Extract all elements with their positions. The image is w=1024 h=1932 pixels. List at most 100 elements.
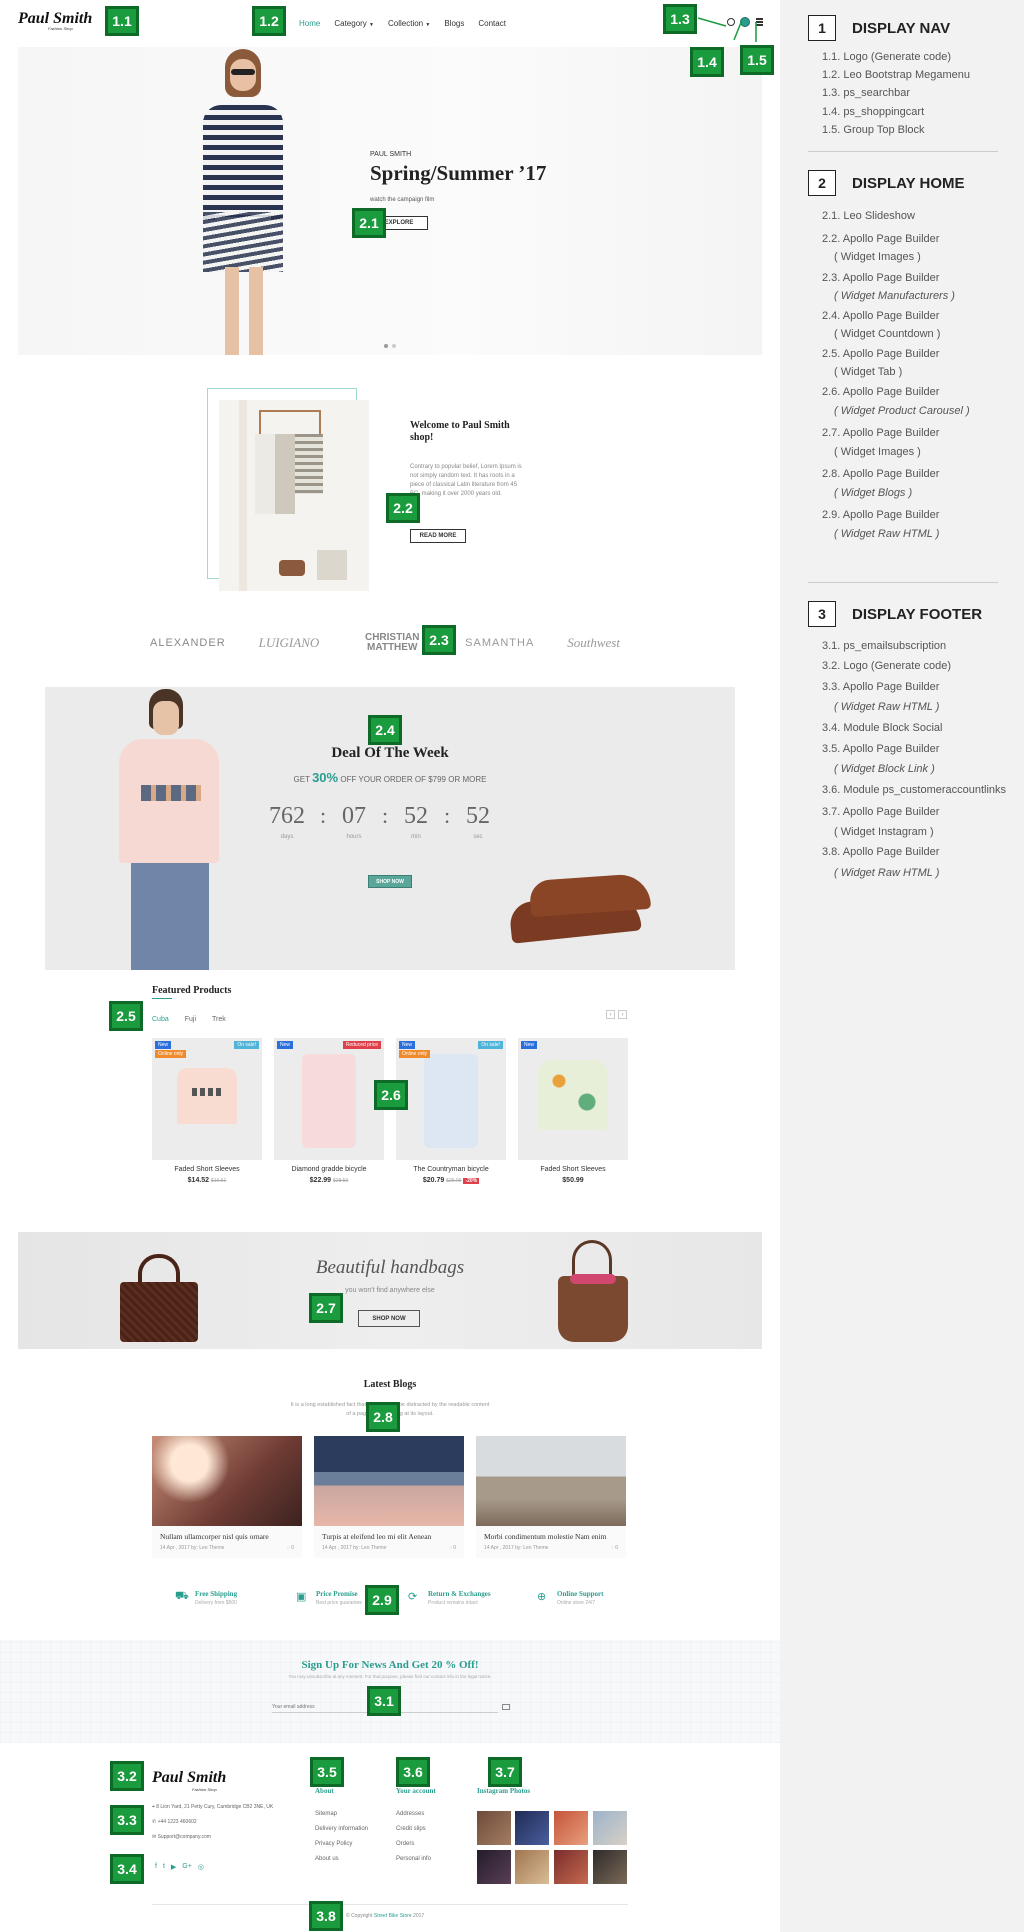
social-links: f t ▶ G+ ◎ — [155, 1863, 204, 1871]
tab-trek[interactable]: Trek — [212, 1016, 226, 1023]
instagram-photo[interactable] — [554, 1850, 588, 1884]
instagram-photo[interactable] — [515, 1811, 549, 1845]
service-title: Online Support — [557, 1590, 604, 1598]
google-plus-icon[interactable]: G+ — [182, 1863, 192, 1871]
brand-logo[interactable]: CHRISTIAN MATTHEW — [352, 633, 432, 653]
handbags-shop-now-button[interactable]: SHOP NOW — [358, 1310, 420, 1327]
address-text: 8 Lion Yard, 21 Petty Cury, Cambridge CB… — [156, 1804, 274, 1810]
facebook-icon[interactable]: f — [155, 1863, 157, 1871]
tab-cuba[interactable]: Cuba — [152, 1016, 169, 1023]
blog-image[interactable] — [152, 1436, 302, 1526]
annotation-label: 2.8 — [366, 1402, 400, 1432]
product-card[interactable]: New On sale! Online only Faded Short Sle… — [152, 1038, 262, 1184]
product-card[interactable]: New Reduced price Diamond gradde bicycle… — [274, 1038, 384, 1184]
footer-link[interactable]: Addresses — [396, 1811, 424, 1817]
menu-item-blogs[interactable]: Blogs — [444, 19, 464, 28]
footer-link[interactable]: Personal info — [396, 1856, 431, 1862]
product-name[interactable]: Diamond gradde bicycle — [274, 1166, 384, 1173]
countdown-unit: min — [411, 834, 421, 840]
product-image[interactable]: New — [518, 1038, 628, 1160]
product-price: $20.79 $25.99 -20% — [396, 1177, 506, 1184]
blog-comments: 0 — [291, 1545, 294, 1551]
hero-slideshow[interactable]: PAUL SMITH Spring/Summer ’17 watch the c… — [18, 47, 762, 355]
money-icon: ▣ — [296, 1591, 307, 1603]
comment-icon: ◌ — [448, 1545, 452, 1551]
legend-section-title: DISPLAY NAV — [852, 19, 951, 37]
comment-count: ◌ 0 — [287, 1545, 294, 1551]
legend-item: 3.1. ps_emailsubscription — [822, 640, 947, 652]
blog-title[interactable]: Nullam ullamcorper nisl quis ornare — [152, 1526, 302, 1541]
legend-item: 1.3. ps_searchbar — [822, 87, 911, 99]
blog-card[interactable]: Turpis at eleifend leo mi elit Aenean 14… — [314, 1436, 464, 1558]
instagram-photo[interactable] — [515, 1850, 549, 1884]
annotation-label: 2.1 — [352, 208, 386, 238]
product-price: $50.99 — [518, 1177, 628, 1184]
site-logo[interactable]: Paul Smith Fashion Shop — [18, 10, 92, 31]
carousel-next-button[interactable]: › — [618, 1010, 627, 1019]
slide-dot[interactable] — [392, 344, 396, 348]
footer-link[interactable]: Orders — [396, 1841, 414, 1847]
deal-shop-now-button[interactable]: SHOP NOW — [368, 875, 412, 888]
product-name[interactable]: The Countryman bicycle — [396, 1166, 506, 1173]
menu-item-contact[interactable]: Contact — [478, 19, 506, 28]
twitter-icon[interactable]: t — [163, 1863, 165, 1871]
product-image[interactable]: New On sale! Online only — [396, 1038, 506, 1160]
welcome-read-more-button[interactable]: READ MORE — [410, 529, 466, 543]
service-desc: Product remains intact — [428, 1600, 478, 1606]
slide-dot[interactable] — [384, 344, 388, 348]
legend-item: 3.7. Apollo Page Builder — [822, 806, 940, 818]
brand-logo[interactable]: LUIGIANO — [259, 635, 320, 651]
instagram-photo[interactable] — [554, 1811, 588, 1845]
footer-logo[interactable]: Paul Smith Fashion Shop — [152, 1769, 226, 1792]
footer-link[interactable]: About us — [315, 1856, 339, 1862]
instagram-photo[interactable] — [477, 1850, 511, 1884]
footer-address: ⌖ 8 Lion Yard, 21 Petty Cury, Cambridge … — [152, 1804, 273, 1810]
legend-item: 3.8. Apollo Page Builder — [822, 846, 940, 858]
menu-item-home[interactable]: Home — [299, 19, 320, 28]
blog-card[interactable]: Nullam ullamcorper nisl quis ornare 14 A… — [152, 1436, 302, 1558]
badge-new: New — [399, 1041, 416, 1049]
instagram-photo[interactable] — [593, 1811, 627, 1845]
annotation-label: 3.2 — [110, 1761, 144, 1791]
instagram-icon[interactable]: ◎ — [198, 1863, 204, 1871]
menu-item-category[interactable]: Category ▼ — [334, 19, 374, 28]
footer-link[interactable]: Privacy Policy — [315, 1841, 352, 1847]
instagram-photo[interactable] — [593, 1850, 627, 1884]
legend-divider — [808, 151, 998, 152]
copyright: © Copyright Street Bike Store 2017 — [346, 1913, 424, 1919]
footer-link[interactable]: Delivery information — [315, 1826, 368, 1832]
countdown-unit: hours — [346, 834, 362, 840]
copyright-brand[interactable]: Street Bike Store — [374, 1913, 412, 1919]
product-name[interactable]: Faded Short Sleeves — [518, 1166, 628, 1173]
brand-logo[interactable]: ALEXANDER — [150, 637, 226, 649]
tab-fuji[interactable]: Fuji — [185, 1016, 196, 1023]
menu-item-collection[interactable]: Collection ▼ — [388, 19, 430, 28]
product-card[interactable]: New On sale! Online only The Countryman … — [396, 1038, 506, 1184]
badge-on-sale: On sale! — [234, 1041, 259, 1049]
newsletter-submit-icon[interactable] — [502, 1704, 510, 1710]
legend-item: 2.5. Apollo Page Builder — [822, 348, 940, 360]
service-title: Price Promise — [316, 1590, 358, 1598]
footer-link[interactable]: Credit slips — [396, 1826, 426, 1832]
menu-label: Category — [334, 19, 367, 28]
legend-item: 2.8. Apollo Page Builder — [822, 468, 940, 480]
blog-image[interactable] — [476, 1436, 626, 1526]
product-image[interactable]: New On sale! Online only — [152, 1038, 262, 1160]
blog-image[interactable] — [314, 1436, 464, 1526]
brand-logo[interactable]: Southwest — [567, 635, 620, 651]
product-name[interactable]: Faded Short Sleeves — [152, 1166, 262, 1173]
blog-card[interactable]: Morbi condimentum molestie Nam enim 14 A… — [476, 1436, 626, 1558]
blog-title[interactable]: Turpis at eleifend leo mi elit Aenean — [314, 1526, 464, 1541]
blog-meta: 14 Apr , 2017 by: Leo Theme ◌ 0 — [476, 1541, 626, 1555]
product-image[interactable]: New Reduced price — [274, 1038, 384, 1160]
blog-title[interactable]: Morbi condimentum molestie Nam enim — [476, 1526, 626, 1541]
instagram-photo[interactable] — [477, 1811, 511, 1845]
product-card[interactable]: New Faded Short Sleeves $50.99 — [518, 1038, 628, 1184]
footer-link[interactable]: Sitemap — [315, 1811, 337, 1817]
brand-logo[interactable]: SAMANTHA — [465, 637, 534, 649]
carousel-prev-button[interactable]: ‹ — [606, 1010, 615, 1019]
caret-down-icon: ▼ — [425, 22, 431, 28]
legend-subitem: ( Widget Raw HTML ) — [834, 867, 940, 879]
legend-item: 3.6. Module ps_customeraccountlinks — [822, 784, 1007, 796]
youtube-icon[interactable]: ▶ — [171, 1863, 176, 1871]
